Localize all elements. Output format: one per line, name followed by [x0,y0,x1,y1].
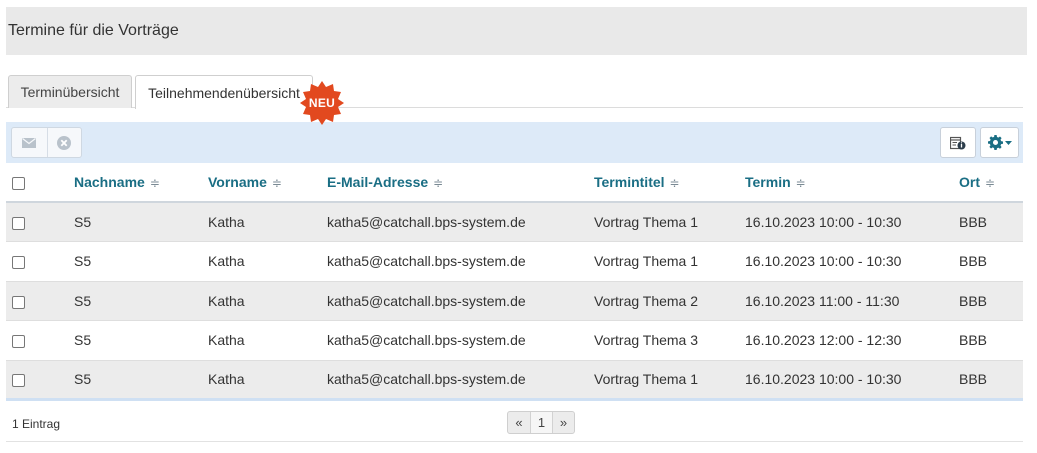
table-row[interactable]: S5 Katha katha5@catchall.bps-system.de V… [6,281,1023,321]
cell-ort: BBB [959,360,1023,400]
cell-vorname: Katha [208,360,327,400]
send-email-button[interactable] [12,128,47,157]
row-checkbox[interactable] [12,216,25,230]
column-header-termintitel[interactable]: Termintitel ≑ [594,163,745,203]
row-select-cell [6,281,74,321]
participants-table: Nachname ≑ Vorname ≑ E-Mail-Adresse ≑ Termi… [6,163,1023,401]
cell-email: katha5@catchall.bps-system.de [327,241,594,281]
pager-page-1[interactable]: 1 [530,412,552,433]
toolbar-action-group [11,127,82,158]
new-badge-label: NEU [308,96,336,110]
table-row[interactable]: S5 Katha katha5@catchall.bps-system.de V… [6,320,1023,360]
new-badge: NEU [299,80,345,126]
cell-termintitel: Vortrag Thema 3 [594,320,745,360]
cell-termintitel: Vortrag Thema 1 [594,241,745,281]
cell-nachname: S5 [74,202,208,242]
row-checkbox[interactable] [12,256,25,270]
envelope-icon [22,137,37,148]
cancel-circle-icon [57,135,72,150]
cell-termin: 16.10.2023 12:00 - 12:30 [745,320,959,360]
cell-termin: 16.10.2023 10:00 - 10:30 [745,202,959,242]
pager-prev-button[interactable]: « [508,412,530,433]
cell-email: katha5@catchall.bps-system.de [327,281,594,321]
table-footer: 1 Eintrag « 1 » [6,404,1023,442]
tab-terminuebersicht[interactable]: Terminübersicht [8,75,132,108]
entry-count: 1 Eintrag [12,417,61,431]
calendar-info-icon [950,136,966,149]
cell-email: katha5@catchall.bps-system.de [327,202,594,242]
cell-ort: BBB [959,202,1023,242]
gear-icon [987,135,1003,150]
cell-email: katha5@catchall.bps-system.de [327,320,594,360]
column-header-ort[interactable]: Ort ≑ [959,163,1023,203]
tab-bar: Terminübersicht Teilnehmendenübersicht [6,75,1023,109]
cell-vorname: Katha [208,320,327,360]
cell-vorname: Katha [208,281,327,321]
sort-icon: ≑ [669,176,680,190]
cell-termintitel: Vortrag Thema 2 [594,281,745,321]
toolbar [6,122,1023,163]
cancel-button[interactable] [46,128,82,157]
cell-nachname: S5 [74,281,208,321]
select-all-checkbox[interactable] [12,176,25,190]
cell-termintitel: Vortrag Thema 1 [594,360,745,400]
column-header-email[interactable]: E-Mail-Adresse ≑ [327,163,594,203]
cell-vorname: Katha [208,241,327,281]
cell-termin: 16.10.2023 11:00 - 11:30 [745,281,959,321]
sort-icon: ≑ [795,176,806,190]
row-checkbox[interactable] [12,374,25,388]
row-select-cell [6,241,74,281]
sort-icon: ≑ [985,176,996,190]
column-header-termin[interactable]: Termin ≑ [745,163,959,203]
row-checkbox[interactable] [12,335,25,349]
settings-dropdown-button[interactable] [980,127,1019,158]
cell-nachname: S5 [74,241,208,281]
pager-next-button[interactable]: » [552,412,574,433]
cell-termin: 16.10.2023 10:00 - 10:30 [745,360,959,400]
page-title: Termine für die Vorträge [8,22,179,39]
tab-teilnehmendenuebersicht[interactable]: Teilnehmendenübersicht [135,75,313,109]
caret-down-icon [1004,140,1012,145]
row-select-cell [6,202,74,242]
row-checkbox[interactable] [12,295,25,309]
cell-ort: BBB [959,241,1023,281]
column-header-vorname[interactable]: Vorname ≑ [208,163,327,203]
select-all-cell [6,163,74,203]
table-row[interactable]: S5 Katha katha5@catchall.bps-system.de V… [6,360,1023,400]
table-row[interactable]: S5 Katha katha5@catchall.bps-system.de V… [6,241,1023,281]
cell-nachname: S5 [74,360,208,400]
cell-termin: 16.10.2023 10:00 - 10:30 [745,241,959,281]
cell-nachname: S5 [74,320,208,360]
table-header-row: Nachname ≑ Vorname ≑ E-Mail-Adresse ≑ Termi… [6,163,1023,203]
cell-ort: BBB [959,281,1023,321]
sort-icon: ≑ [271,176,282,190]
cell-email: katha5@catchall.bps-system.de [327,360,594,400]
sort-icon: ≑ [433,176,444,190]
cell-ort: BBB [959,320,1023,360]
page-header: Termine für die Vorträge [6,7,1027,55]
cell-termintitel: Vortrag Thema 1 [594,202,745,242]
calendar-info-button[interactable] [940,127,976,158]
column-header-nachname[interactable]: Nachname ≑ [74,163,208,203]
sort-icon: ≑ [149,176,160,190]
cell-vorname: Katha [208,202,327,242]
row-select-cell [6,360,74,400]
pagination: « 1 » [507,411,575,434]
table-row[interactable]: S5 Katha katha5@catchall.bps-system.de V… [6,202,1023,242]
row-select-cell [6,320,74,360]
